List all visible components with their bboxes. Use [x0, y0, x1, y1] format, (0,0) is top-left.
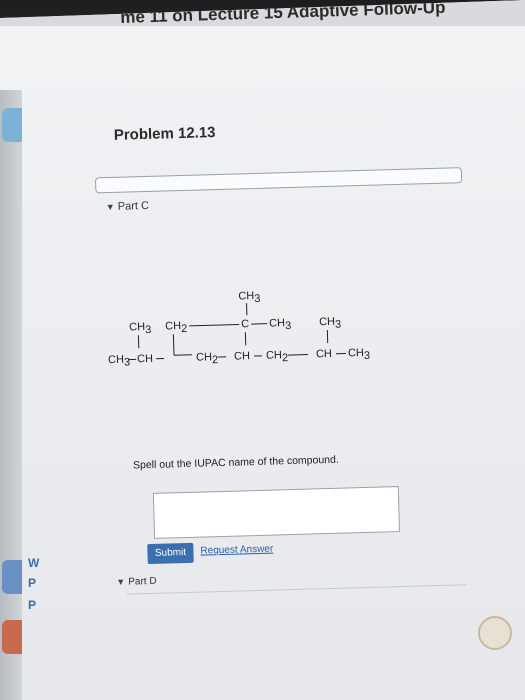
chain-ch-3: CH [316, 348, 332, 360]
problem-title: Problem 12.13 [113, 124, 216, 144]
chain-ch2-2: CH2 [266, 349, 288, 365]
divider [126, 584, 467, 595]
bond [288, 354, 309, 356]
upper-methyl-4: CH3 [319, 316, 341, 332]
iupac-name-input[interactable] [152, 486, 401, 539]
chain-ch-1: CH [137, 353, 153, 365]
submit-button[interactable]: Submit [147, 542, 194, 565]
screen: me 11 on Lecture 15 Adaptive Follow-Up W… [0, 0, 525, 700]
quaternary-carbon: C [241, 318, 249, 330]
part-d-header[interactable]: Part D [128, 576, 157, 588]
chain-ch3-right: CH3 [348, 347, 370, 363]
collapse-triangle-icon[interactable]: ▼ [106, 202, 115, 212]
upper-methyl-3: CH3 [269, 317, 291, 333]
chemical-structure: CH3 CH3 CH2 C CH3 CH3 CH3 CH CH2 CH CH2 … [108, 279, 392, 436]
question-text: Spell out the IUPAC name of the compound… [132, 453, 339, 472]
chain-ch-2: CH [234, 350, 250, 362]
previous-answer-box[interactable] [94, 167, 463, 194]
bond [173, 354, 192, 356]
upper-methyl-2: CH2 [165, 320, 187, 336]
part-c-header[interactable]: Part C [118, 200, 150, 213]
upper-methyl-1: CH3 [129, 321, 151, 337]
bond [189, 323, 240, 327]
problem-content: Problem 12.13 ▼ Part C CH3 CH3 CH2 C CH3… [0, 0, 525, 700]
request-answer-link[interactable]: Request Answer [200, 544, 273, 557]
bond [172, 334, 175, 356]
chain-ch2-1: CH2 [196, 351, 218, 367]
chain-ch3-left: CH3 [108, 354, 130, 370]
expand-triangle-icon[interactable]: ▼ [116, 577, 125, 587]
top-methyl: CH3 [238, 290, 260, 306]
structure-drawing: CH3 CH3 CH2 C CH3 CH3 CH3 CH CH2 CH CH2 … [108, 290, 370, 369]
